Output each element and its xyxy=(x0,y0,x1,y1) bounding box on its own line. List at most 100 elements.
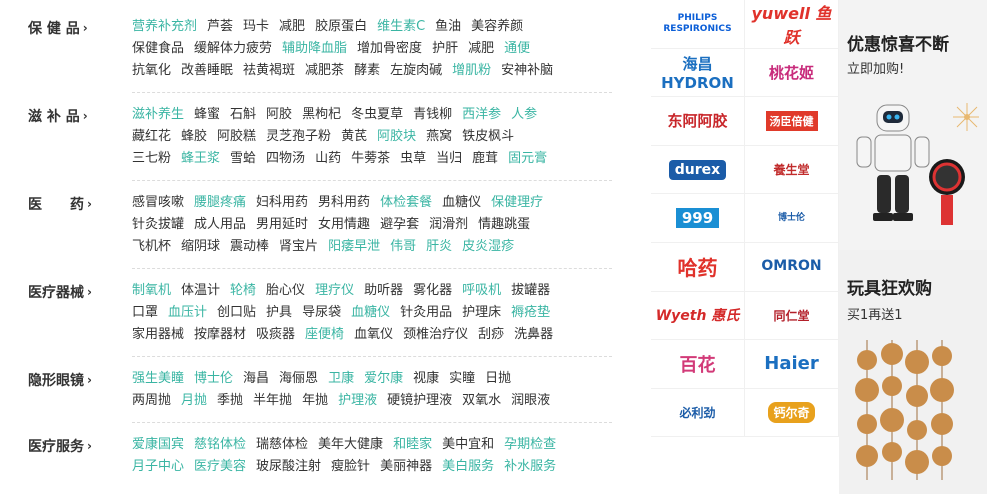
philips-logo[interactable]: PHILIPS RESPIRONICS xyxy=(651,0,745,49)
category-link[interactable]: 双氧水 xyxy=(462,393,501,408)
category-link[interactable]: 轮椅 xyxy=(230,283,256,298)
category-link[interactable]: 创口贴 xyxy=(217,305,256,320)
promo-banner-deals[interactable]: 优惠惊喜不断 立即加购! xyxy=(839,0,987,245)
category-link[interactable]: 年抛 xyxy=(302,393,328,408)
category-link[interactable]: 保健理疗 xyxy=(491,195,543,210)
category-link[interactable]: 护肝 xyxy=(432,41,458,56)
category-link[interactable]: 阿胶糕 xyxy=(217,129,256,144)
category-link[interactable]: 美中宜和 xyxy=(442,437,494,452)
category-link[interactable]: 阿胶 xyxy=(266,107,292,122)
category-link[interactable]: 胎心仪 xyxy=(266,283,305,298)
category-link[interactable]: 洗鼻器 xyxy=(514,327,553,342)
category-title[interactable]: 医疗器械 › xyxy=(28,282,92,302)
category-link[interactable]: 护理液 xyxy=(338,393,377,408)
category-link[interactable]: 减肥 xyxy=(279,19,305,34)
category-link[interactable]: 肝炎 xyxy=(426,239,452,254)
category-link[interactable]: 胶原蛋白 xyxy=(315,19,367,34)
category-link[interactable]: 缓解体力疲劳 xyxy=(194,41,272,56)
category-link[interactable]: 减肥 xyxy=(468,41,494,56)
category-link[interactable]: 体温计 xyxy=(181,283,220,298)
by-health-logo[interactable]: 汤臣倍健 xyxy=(745,97,839,146)
haoyao-logo[interactable]: 哈药 xyxy=(651,242,745,292)
category-title[interactable]: 隐形眼镜 › xyxy=(28,370,92,390)
category-link[interactable]: 针灸拔罐 xyxy=(132,217,184,232)
category-link[interactable]: 女用情趣 xyxy=(318,217,370,232)
category-link[interactable]: 血糖仪 xyxy=(351,305,390,320)
category-link[interactable]: 黑枸杞 xyxy=(302,107,341,122)
category-link[interactable]: 祛黄褐斑 xyxy=(243,63,295,78)
category-link[interactable]: 强生美瞳 xyxy=(132,371,184,386)
category-link[interactable]: 感冒咳嗽 xyxy=(132,195,184,210)
category-link[interactable]: 通便 xyxy=(504,41,530,56)
category-link[interactable]: 飞机杯 xyxy=(132,239,171,254)
taohua-logo[interactable]: 桃花姬 xyxy=(745,48,839,98)
haichang-logo[interactable]: 海昌 HYDRON xyxy=(651,48,745,98)
category-link[interactable]: 皮炎湿疹 xyxy=(462,239,514,254)
category-link[interactable]: 三七粉 xyxy=(132,151,171,166)
omron-logo[interactable]: OMRON xyxy=(745,242,839,292)
category-link[interactable]: 增加骨密度 xyxy=(357,41,422,56)
category-link[interactable]: 固元膏 xyxy=(508,151,547,166)
category-link[interactable]: 吸痰器 xyxy=(256,327,295,342)
wyeth-logo[interactable]: Wyeth 惠氏 xyxy=(651,291,745,341)
category-link[interactable]: 灵芝孢子粉 xyxy=(266,129,331,144)
baihua-logo[interactable]: 百花 xyxy=(651,340,745,389)
category-link[interactable]: 避孕套 xyxy=(380,217,419,232)
category-link[interactable]: 黄芪 xyxy=(341,129,367,144)
category-title[interactable]: 医 药 › xyxy=(28,194,92,214)
category-link[interactable]: 视康 xyxy=(413,371,439,386)
category-link[interactable]: 针灸用品 xyxy=(400,305,452,320)
category-link[interactable]: 男科用药 xyxy=(318,195,370,210)
category-link[interactable]: 维生素C xyxy=(377,19,425,34)
999-logo[interactable]: 999 xyxy=(651,194,745,243)
category-link[interactable]: 硬镜护理液 xyxy=(387,393,452,408)
category-link[interactable]: 血糖仪 xyxy=(442,195,481,210)
category-link[interactable]: 刮痧 xyxy=(478,327,504,342)
category-link[interactable]: 鹿茸 xyxy=(472,151,498,166)
category-link[interactable]: 助听器 xyxy=(364,283,403,298)
category-link[interactable]: 医疗美容 xyxy=(194,459,246,474)
category-link[interactable]: 男用延时 xyxy=(256,217,308,232)
category-link[interactable]: 护具 xyxy=(266,305,292,320)
category-link[interactable]: 辅助降血脂 xyxy=(282,41,347,56)
category-link[interactable]: 颈椎治疗仪 xyxy=(403,327,468,342)
category-link[interactable]: 褥疮垫 xyxy=(511,305,550,320)
category-title[interactable]: 医疗服务 › xyxy=(28,436,92,456)
category-link[interactable]: 实瞳 xyxy=(449,371,475,386)
category-link[interactable]: 增肌粉 xyxy=(452,63,491,78)
category-link[interactable]: 月子中心 xyxy=(132,459,184,474)
category-link[interactable]: 海俪恩 xyxy=(279,371,318,386)
category-link[interactable]: 月抛 xyxy=(181,393,207,408)
category-link[interactable]: 季抛 xyxy=(217,393,243,408)
category-link[interactable]: 西洋参 xyxy=(462,107,501,122)
category-link[interactable]: 制氧机 xyxy=(132,283,171,298)
haier-logo[interactable]: Haier xyxy=(745,340,839,389)
category-link[interactable]: 口罩 xyxy=(132,305,158,320)
category-link[interactable]: 抗氧化 xyxy=(132,63,171,78)
category-link[interactable]: 冬虫夏草 xyxy=(351,107,403,122)
category-link[interactable]: 情趣跳蛋 xyxy=(478,217,530,232)
category-link[interactable]: 玻尿酸注射 xyxy=(256,459,321,474)
tongrentang-logo[interactable]: 同仁堂 xyxy=(745,291,839,341)
category-link[interactable]: 日抛 xyxy=(485,371,511,386)
category-link[interactable]: 蜂胶 xyxy=(181,129,207,144)
bilisheng-logo[interactable]: 必利劲 xyxy=(651,388,745,438)
category-link[interactable]: 美丽神器 xyxy=(380,459,432,474)
category-link[interactable]: 酵素 xyxy=(354,63,380,78)
category-link[interactable]: 美容养颜 xyxy=(471,19,523,34)
bausch-lomb-logo[interactable]: 博士伦 xyxy=(745,194,839,243)
category-link[interactable]: 玛卡 xyxy=(243,19,269,34)
category-link[interactable]: 爱尔康 xyxy=(364,371,403,386)
category-link[interactable]: 蜂王浆 xyxy=(181,151,220,166)
category-link[interactable]: 腰腿疼痛 xyxy=(194,195,246,210)
category-link[interactable]: 阿胶块 xyxy=(377,129,416,144)
category-link[interactable]: 伟哥 xyxy=(390,239,416,254)
category-link[interactable]: 护理床 xyxy=(462,305,501,320)
category-link[interactable]: 瑞慈体检 xyxy=(256,437,308,452)
category-link[interactable]: 血氧仪 xyxy=(354,327,393,342)
category-link[interactable]: 和睦家 xyxy=(393,437,432,452)
category-link[interactable]: 两周抛 xyxy=(132,393,171,408)
category-link[interactable]: 成人用品 xyxy=(194,217,246,232)
category-link[interactable]: 雪蛤 xyxy=(230,151,256,166)
category-link[interactable]: 补水服务 xyxy=(504,459,556,474)
